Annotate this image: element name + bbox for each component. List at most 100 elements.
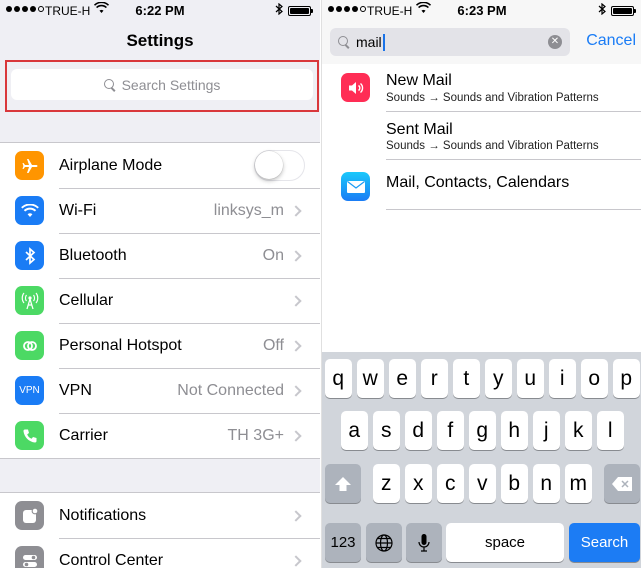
settings-search-screen: TRUE-H 6:23 PM mail ✕ Cancel New Mail So…	[321, 0, 641, 568]
control-center-icon	[15, 546, 44, 568]
settings-row-carrier[interactable]: Carrier TH 3G+	[0, 413, 320, 458]
search-result-new-mail[interactable]: New Mail Sounds → Sounds and Vibration P…	[322, 64, 641, 112]
status-bar: TRUE-H 6:23 PM	[322, 0, 641, 22]
key-d[interactable]: d	[405, 411, 432, 450]
settings-row-wifi[interactable]: Wi-Fi linksys_m	[0, 188, 320, 233]
dictation-key[interactable]	[406, 523, 442, 562]
settings-row-label: Carrier	[59, 426, 108, 444]
settings-row-airplane-mode[interactable]: Airplane Mode	[0, 143, 320, 188]
search-top-bar: TRUE-H 6:23 PM mail ✕ Cancel	[322, 0, 641, 64]
bluetooth-icon	[15, 241, 44, 270]
key-y[interactable]: y	[485, 359, 512, 398]
key-r[interactable]: r	[421, 359, 448, 398]
search-result-title: New Mail	[386, 72, 452, 89]
numbers-key[interactable]: 123	[325, 523, 361, 562]
chevron-right-icon	[290, 294, 302, 307]
mail-icon	[341, 172, 370, 201]
settings-row-detail: Not Connected	[177, 381, 284, 399]
search-key[interactable]: Search	[569, 523, 640, 562]
shift-key[interactable]	[325, 464, 361, 503]
key-m[interactable]: m	[565, 464, 592, 503]
key-k[interactable]: k	[565, 411, 592, 450]
key-s[interactable]: s	[373, 411, 400, 450]
delete-key[interactable]	[604, 464, 640, 503]
settings-row-detail: Off	[262, 336, 284, 354]
key-j[interactable]: j	[533, 411, 560, 450]
wifi-icon	[15, 196, 44, 225]
search-result-subtitle: Sounds → Sounds and Vibration Patterns	[386, 92, 599, 104]
settings-row-label: Personal Hotspot	[59, 336, 182, 354]
key-i[interactable]: i	[549, 359, 576, 398]
settings-row-detail: TH 3G+	[227, 426, 284, 444]
search-result-mail-contacts-calendars[interactable]: Mail, Contacts, Calendars	[322, 160, 641, 210]
key-v[interactable]: v	[469, 464, 496, 503]
key-o[interactable]: o	[581, 359, 608, 398]
key-n[interactable]: n	[533, 464, 560, 503]
settings-row-label: Control Center	[59, 551, 164, 568]
row-divider	[386, 209, 641, 210]
chevron-right-icon	[290, 429, 302, 442]
key-h[interactable]: h	[501, 411, 528, 450]
settings-row-label: Wi-Fi	[59, 201, 97, 219]
search-result-title: Mail, Contacts, Calendars	[386, 174, 570, 191]
key-w[interactable]: w	[357, 359, 384, 398]
settings-row-label: Bluetooth	[59, 246, 127, 264]
chevron-right-icon	[290, 249, 302, 262]
vpn-icon-text: VPN	[19, 385, 40, 396]
key-l[interactable]: l	[597, 411, 624, 450]
phone-icon	[15, 421, 44, 450]
text-cursor	[382, 33, 385, 51]
settings-row-notifications[interactable]: Notifications	[0, 493, 320, 538]
vpn-icon: VPN	[15, 376, 44, 405]
settings-row-control-center[interactable]: Control Center	[0, 538, 320, 568]
chevron-right-icon	[290, 509, 302, 522]
airplane-icon	[15, 151, 44, 180]
settings-row-vpn[interactable]: VPN VPN Not Connected	[0, 368, 320, 413]
space-key[interactable]: space	[446, 523, 564, 562]
key-b[interactable]: b	[501, 464, 528, 503]
search-result-title: Sent Mail	[386, 121, 453, 138]
search-input[interactable]: mail ✕	[330, 28, 570, 56]
search-result-sent-mail[interactable]: Sent Mail Sounds → Sounds and Vibration …	[322, 112, 641, 160]
key-c[interactable]: c	[437, 464, 464, 503]
on-screen-keyboard: qwertyuiop asdfghjkl zxcvbnm 123 space S…	[322, 352, 641, 568]
airplane-mode-toggle[interactable]	[254, 150, 305, 181]
status-bar: TRUE-H 6:22 PM	[0, 0, 320, 22]
hotspot-icon	[15, 331, 44, 360]
key-x[interactable]: x	[405, 464, 432, 503]
settings-row-label: Airplane Mode	[59, 156, 163, 174]
key-p[interactable]: p	[613, 359, 640, 398]
settings-row-detail: On	[262, 246, 284, 264]
notifications-icon	[15, 501, 44, 530]
key-e[interactable]: e	[389, 359, 416, 398]
settings-row-label: Notifications	[59, 506, 147, 524]
settings-row-cellular[interactable]: Cellular	[0, 278, 320, 323]
chevron-right-icon	[290, 204, 302, 217]
search-query-text: mail	[356, 34, 382, 50]
cancel-button[interactable]: Cancel	[586, 32, 636, 50]
settings-row-label: Cellular	[59, 291, 114, 309]
globe-key[interactable]	[366, 523, 402, 562]
settings-row-bluetooth[interactable]: Bluetooth On	[0, 233, 320, 278]
search-settings-field[interactable]: Search Settings	[11, 69, 313, 100]
page-title: Settings	[126, 31, 194, 50]
chevron-right-icon	[290, 384, 302, 397]
key-g[interactable]: g	[469, 411, 496, 450]
key-u[interactable]: u	[517, 359, 544, 398]
clear-search-icon[interactable]: ✕	[548, 35, 562, 49]
key-q[interactable]: q	[325, 359, 352, 398]
settings-screen: TRUE-H 6:22 PM Settings Search Settings …	[0, 0, 320, 568]
chevron-right-icon	[290, 339, 302, 352]
key-z[interactable]: z	[373, 464, 400, 503]
key-t[interactable]: t	[453, 359, 480, 398]
sounds-icon	[341, 73, 370, 102]
search-result-subtitle: Sounds → Sounds and Vibration Patterns	[386, 140, 599, 152]
battery-icon	[288, 6, 313, 16]
key-a[interactable]: a	[341, 411, 368, 450]
search-icon	[338, 36, 350, 48]
search-highlight-box: Search Settings	[5, 60, 319, 112]
settings-row-personal-hotspot[interactable]: Personal Hotspot Off	[0, 323, 320, 368]
search-placeholder: Search Settings	[121, 76, 221, 93]
settings-group-connectivity: Airplane Mode Wi-Fi linksys_m Bluetooth …	[0, 142, 320, 459]
key-f[interactable]: f	[437, 411, 464, 450]
